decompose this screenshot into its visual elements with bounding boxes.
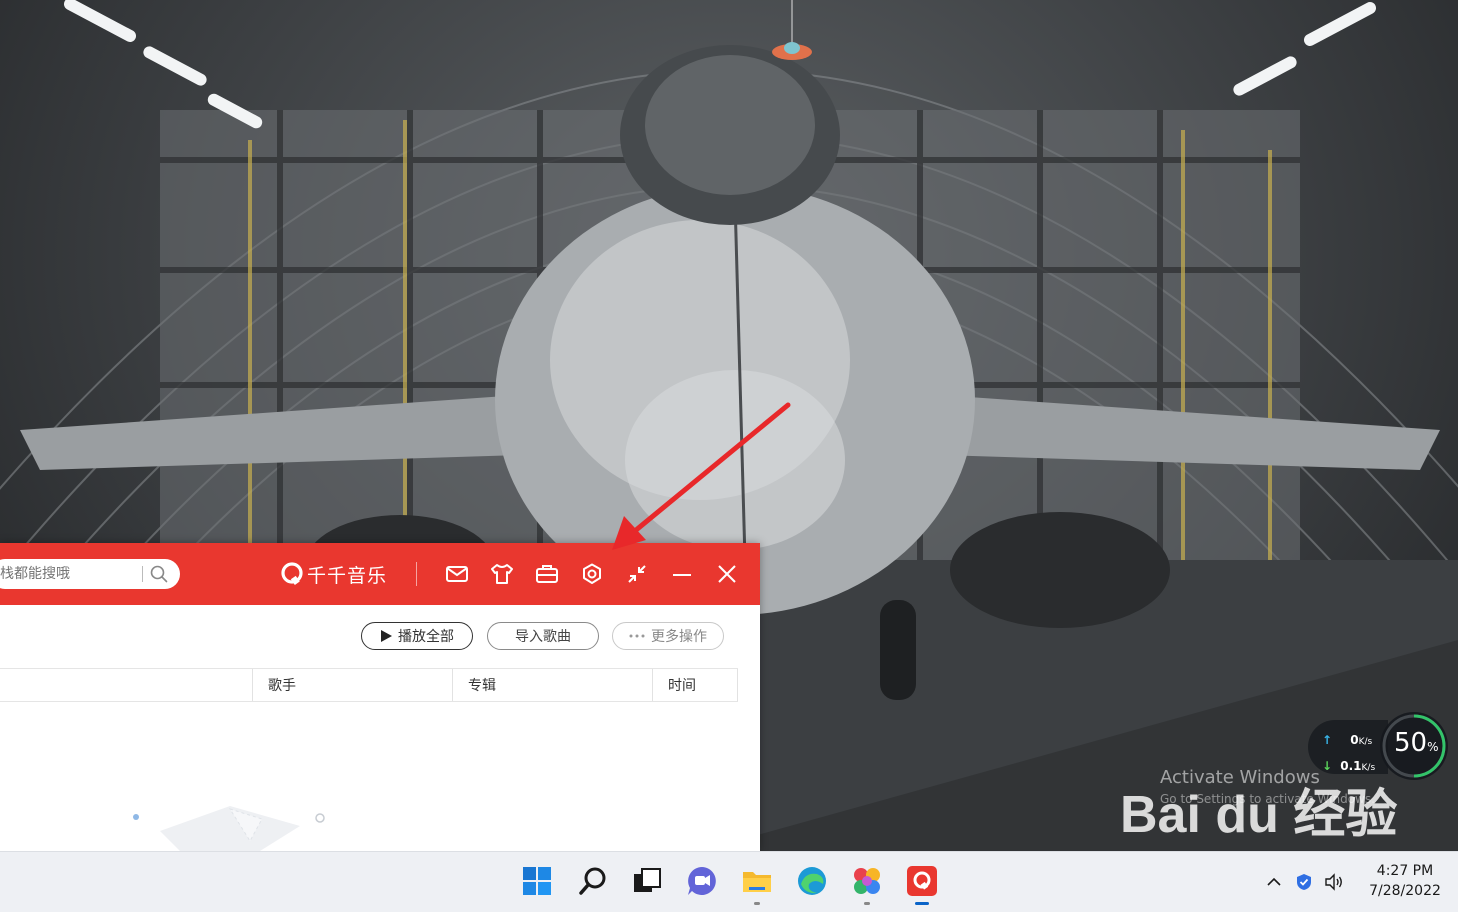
- search-icon[interactable]: [576, 864, 610, 898]
- volume-icon[interactable]: [1324, 872, 1344, 892]
- qianqian-music-taskbar-icon[interactable]: [905, 864, 939, 898]
- app-brand: 千千音乐: [280, 561, 387, 587]
- network-speed-widget[interactable]: ↑ 0K/s ↓ 0.1K/s 50%: [1308, 712, 1448, 782]
- close-icon[interactable]: [714, 561, 740, 587]
- upload-value: 0: [1350, 733, 1359, 747]
- percent-value: 50: [1394, 728, 1428, 758]
- app-titlebar: 千千音乐: [0, 543, 760, 605]
- app-running-indicator: [864, 902, 870, 905]
- upload-unit: K/s: [1358, 737, 1373, 747]
- search-separator: [142, 566, 143, 582]
- start-windows-icon[interactable]: [520, 864, 554, 898]
- network-speed-panel: ↑ 0K/s ↓ 0.1K/s: [1308, 720, 1388, 774]
- search-input[interactable]: [0, 559, 140, 589]
- app-running-indicator: [754, 902, 760, 905]
- more-actions-label: 更多操作: [651, 629, 707, 645]
- column-duration[interactable]: 时间: [653, 669, 738, 701]
- app-name: 千千音乐: [307, 564, 388, 587]
- show-hidden-icons-chevron-icon[interactable]: [1264, 872, 1284, 892]
- play-all-button[interactable]: 播放全部: [361, 622, 473, 650]
- activate-windows-subtitle: Go to Settings to activate Windows.: [1160, 792, 1375, 806]
- skin-shirt-icon[interactable]: [489, 561, 515, 587]
- active-app-indicator: [915, 902, 929, 905]
- ellipsis-icon: [629, 634, 645, 638]
- mini-mode-icon[interactable]: [624, 561, 650, 587]
- clock-date: 7/28/2022: [1369, 883, 1441, 899]
- search-icon[interactable]: [148, 563, 170, 585]
- import-songs-button[interactable]: 导入歌曲: [487, 622, 599, 650]
- security-shield-icon[interactable]: [1294, 872, 1314, 892]
- song-list-header: 歌手 专辑 时间: [0, 668, 738, 702]
- toolbox-icon[interactable]: [534, 561, 560, 587]
- more-actions-button[interactable]: 更多操作: [612, 622, 724, 650]
- minimize-icon[interactable]: [669, 561, 695, 587]
- edge-browser-icon[interactable]: [795, 864, 829, 898]
- download-value: 0.1: [1340, 759, 1362, 773]
- mail-icon[interactable]: [444, 561, 470, 587]
- import-songs-label: 导入歌曲: [515, 629, 571, 645]
- playlist-toolbar: 播放全部 导入歌曲 更多操作: [0, 605, 760, 669]
- column-artist[interactable]: 歌手: [253, 669, 453, 701]
- upload-speed: ↑ 0K/s: [1322, 733, 1373, 747]
- clock-time: 4:27 PM: [1376, 863, 1434, 879]
- windows-taskbar: 4:27 PM 7/28/2022: [0, 851, 1458, 912]
- title-divider: [416, 562, 417, 586]
- search-box: [0, 559, 180, 589]
- usage-percent: 50%: [1394, 728, 1439, 758]
- qianqian-logo-icon: [281, 562, 303, 585]
- empty-list-illustration: [133, 806, 325, 851]
- task-view-icon[interactable]: [630, 864, 664, 898]
- photos-app-icon[interactable]: [850, 864, 884, 898]
- activate-windows-title: Activate Windows: [1160, 767, 1320, 788]
- memory-usage-gauge: 50%: [1380, 712, 1448, 780]
- download-unit: K/s: [1361, 763, 1376, 773]
- system-clock[interactable]: 4:27 PM 7/28/2022: [1360, 861, 1450, 901]
- column-album[interactable]: 专辑: [453, 669, 653, 701]
- play-icon: [381, 630, 392, 642]
- play-all-label: 播放全部: [398, 629, 454, 645]
- teams-chat-icon[interactable]: [685, 864, 719, 898]
- percent-unit: %: [1427, 740, 1439, 754]
- settings-gear-icon[interactable]: [579, 561, 605, 587]
- column-separator: [737, 669, 738, 701]
- file-explorer-icon[interactable]: [740, 864, 774, 898]
- qianqian-music-window: 千千音乐: [0, 543, 760, 851]
- download-speed: ↓ 0.1K/s: [1322, 759, 1376, 773]
